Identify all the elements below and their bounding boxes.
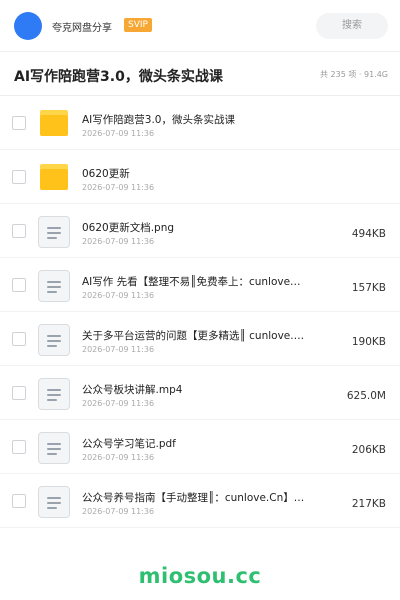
folder-header: AI写作陪跑营3.0，微头条实战课 共 235 项 · 91.4G	[0, 52, 400, 96]
item-name: AI写作陪跑营3.0，微头条实战课	[82, 114, 235, 126]
checkbox[interactable]	[12, 332, 26, 346]
item-name: AI写作 先看【整理不易║免费奉上：cunlove…	[82, 276, 301, 288]
checkbox[interactable]	[12, 278, 26, 292]
svip-badge: SVIP	[124, 18, 152, 32]
file-list: AI写作陪跑营3.0，微头条实战课 2026-07-09 11:36 0620更…	[0, 96, 400, 528]
checkbox[interactable]	[12, 224, 26, 238]
list-item[interactable]: 0620更新文档.png 2026-07-09 11:36 494KB	[0, 204, 400, 258]
checkbox[interactable]	[12, 116, 26, 130]
item-date: 2026-07-09 11:36	[82, 399, 155, 408]
list-item[interactable]: AI写作 先看【整理不易║免费奉上：cunlove… 2026-07-09 11…	[0, 258, 400, 312]
item-date: 2026-07-09 11:36	[82, 183, 155, 192]
item-name: 公众号学习笔记.pdf	[82, 438, 176, 450]
item-date: 2026-07-09 11:36	[82, 129, 155, 138]
item-count-summary: 共 235 项 · 91.4G	[320, 70, 388, 79]
item-name: 0620更新	[82, 168, 130, 180]
item-date: 2026-07-09 11:36	[82, 507, 155, 516]
item-size: 206KB	[351, 444, 386, 456]
top-bar: 夸克网盘分享 SVIP 搜索	[0, 0, 400, 52]
folder-icon	[38, 162, 70, 194]
list-item[interactable]: AI写作陪跑营3.0，微头条实战课 2026-07-09 11:36	[0, 96, 400, 150]
checkbox[interactable]	[12, 386, 26, 400]
document-icon	[38, 378, 70, 410]
item-size: 217KB	[351, 498, 386, 510]
item-date: 2026-07-09 11:36	[82, 291, 155, 300]
item-size: 494KB	[351, 228, 386, 240]
avatar[interactable]	[14, 12, 42, 40]
document-icon	[38, 270, 70, 302]
folder-icon	[38, 108, 70, 140]
item-date: 2026-07-09 11:36	[82, 453, 155, 462]
item-name: 公众号板块讲解.mp4	[82, 384, 183, 396]
document-icon	[38, 216, 70, 248]
watermark-text: miosou.cc	[138, 564, 262, 588]
item-date: 2026-07-09 11:36	[82, 345, 155, 354]
document-icon	[38, 324, 70, 356]
search-button[interactable]: 搜索	[316, 13, 388, 39]
checkbox[interactable]	[12, 494, 26, 508]
list-item[interactable]: 0620更新 2026-07-09 11:36	[0, 150, 400, 204]
list-item[interactable]: 公众号养号指南【手动整理║：cunlove.Cn】… 2026-07-09 11…	[0, 474, 400, 528]
item-name: 关于多平台运营的问题【更多精选║ cunlove.…	[82, 330, 305, 342]
page-title: AI写作陪跑营3.0，微头条实战课	[14, 69, 223, 85]
item-size: 157KB	[351, 282, 386, 294]
list-item[interactable]: 公众号学习笔记.pdf 2026-07-09 11:36 206KB	[0, 420, 400, 474]
item-size: 625.0M	[346, 390, 386, 402]
list-item[interactable]: 关于多平台运营的问题【更多精选║ cunlove.… 2026-07-09 11…	[0, 312, 400, 366]
item-name: 0620更新文档.png	[82, 222, 175, 234]
list-item[interactable]: 公众号板块讲解.mp4 2026-07-09 11:36 625.0M	[0, 366, 400, 420]
share-owner-name: 夸克网盘分享	[52, 23, 112, 34]
document-icon	[38, 432, 70, 464]
item-name: 公众号养号指南【手动整理║：cunlove.Cn】…	[82, 492, 305, 504]
checkbox[interactable]	[12, 440, 26, 454]
checkbox[interactable]	[12, 170, 26, 184]
document-icon	[38, 486, 70, 518]
item-date: 2026-07-09 11:36	[82, 237, 155, 246]
item-size: 190KB	[351, 336, 386, 348]
